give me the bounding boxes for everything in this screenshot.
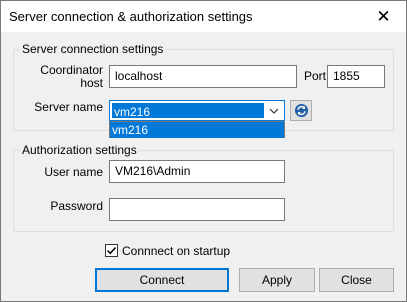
refresh-icon [294, 103, 308, 118]
settings-dialog: Server connection & authorization settin… [0, 0, 407, 302]
apply-button[interactable]: Apply [239, 268, 315, 292]
port-label: Port [304, 69, 327, 83]
checkmark-icon [106, 246, 117, 255]
port-input[interactable]: 1855 [327, 65, 385, 88]
connect-button[interactable]: Connect [95, 268, 229, 292]
close-icon: ✕ [376, 6, 391, 26]
coordinator-host-input[interactable]: localhost [109, 65, 297, 88]
username-label: User name [44, 165, 103, 179]
coordinator-host-label: Coordinator host [27, 64, 103, 90]
server-connection-group-title: Server connection settings [20, 42, 166, 56]
authorization-group-title: Authorization settings [20, 143, 139, 157]
server-name-selected: vm216 [112, 103, 264, 119]
server-name-option[interactable]: vm216 [110, 122, 284, 138]
close-window-button[interactable]: ✕ [361, 1, 406, 32]
password-input[interactable] [109, 198, 285, 221]
server-name-label: Server name [34, 100, 103, 114]
refresh-servers-button[interactable] [290, 100, 312, 121]
password-label: Password [50, 199, 103, 213]
server-name-select[interactable]: vm216 [109, 100, 285, 121]
close-button[interactable]: Close [319, 268, 394, 292]
server-name-dropdown-list: vm216 [109, 121, 285, 138]
connect-on-startup-checkbox[interactable] [105, 244, 118, 257]
title-bar: Server connection & authorization settin… [1, 1, 406, 32]
chevron-down-icon[interactable] [266, 101, 282, 120]
coordinator-label-line2: host [80, 76, 103, 90]
connect-on-startup-label[interactable]: Connnect on startup [122, 244, 230, 258]
username-input[interactable]: VM216\Admin [109, 160, 285, 183]
window-title: Server connection & authorization settin… [9, 9, 253, 24]
